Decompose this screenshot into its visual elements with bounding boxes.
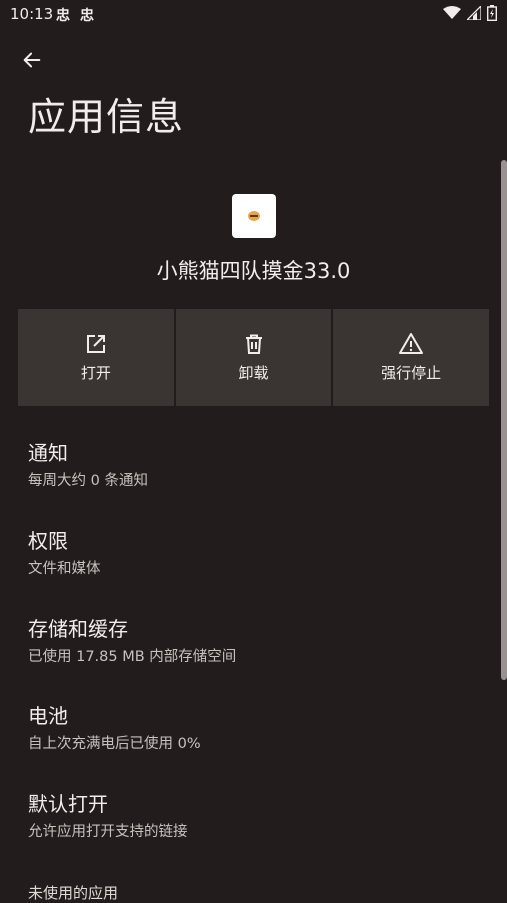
item-subtitle: 自上次充满电后已使用 0% <box>28 736 201 752</box>
notification-icon: 忠 <box>56 8 70 24</box>
app-icon <box>232 194 276 238</box>
action-buttons: 打开 卸载 强行停止 <box>18 309 490 406</box>
list-item-storage[interactable]: 存储和缓存 已使用 17.85 MB 内部存储空间 <box>28 613 236 666</box>
force-stop-button[interactable]: 强行停止 <box>333 309 490 406</box>
notification-icon: 忠 <box>80 8 94 24</box>
open-button[interactable]: 打开 <box>18 309 174 406</box>
trash-icon <box>245 334 262 354</box>
status-time: 10:13 <box>10 5 54 23</box>
uninstall-button[interactable]: 卸载 <box>175 309 332 406</box>
status-bar: 10:13 忠 忠 <box>0 0 507 30</box>
back-button[interactable] <box>18 46 46 74</box>
item-subtitle: 每周大约 0 条通知 <box>28 473 148 489</box>
app-logo-icon <box>248 211 260 221</box>
arrow-left-icon <box>23 52 41 68</box>
signal-icon <box>467 6 481 20</box>
item-title: 电池 <box>28 704 68 728</box>
list-item-open-by-default[interactable]: 默认打开 允许应用打开支持的链接 <box>28 788 188 841</box>
battery-icon <box>487 5 497 21</box>
list-item-permissions[interactable]: 权限 文件和媒体 <box>28 525 101 578</box>
scrollbar[interactable] <box>501 160 507 680</box>
wifi-icon <box>443 6 461 19</box>
list-item-notifications[interactable]: 通知 每周大约 0 条通知 <box>28 437 148 490</box>
open-label: 打开 <box>80 364 111 382</box>
page-title: 应用信息 <box>28 95 185 139</box>
item-title: 权限 <box>28 529 68 553</box>
item-subtitle: 已使用 17.85 MB 内部存储空间 <box>28 649 237 665</box>
item-subtitle: 允许应用打开支持的链接 <box>28 824 188 840</box>
warning-icon <box>399 333 424 354</box>
item-title: 默认打开 <box>28 792 108 816</box>
open-external-icon <box>86 335 105 353</box>
uninstall-label: 卸载 <box>238 364 269 382</box>
app-name: 小熊猫四队摸金33.0 <box>156 259 351 283</box>
item-title: 通知 <box>28 441 68 465</box>
list-item-battery[interactable]: 电池 自上次充满电后已使用 0% <box>28 700 201 753</box>
item-title: 存储和缓存 <box>28 617 128 641</box>
force-stop-label: 强行停止 <box>381 364 442 382</box>
item-subtitle: 文件和媒体 <box>28 561 101 577</box>
